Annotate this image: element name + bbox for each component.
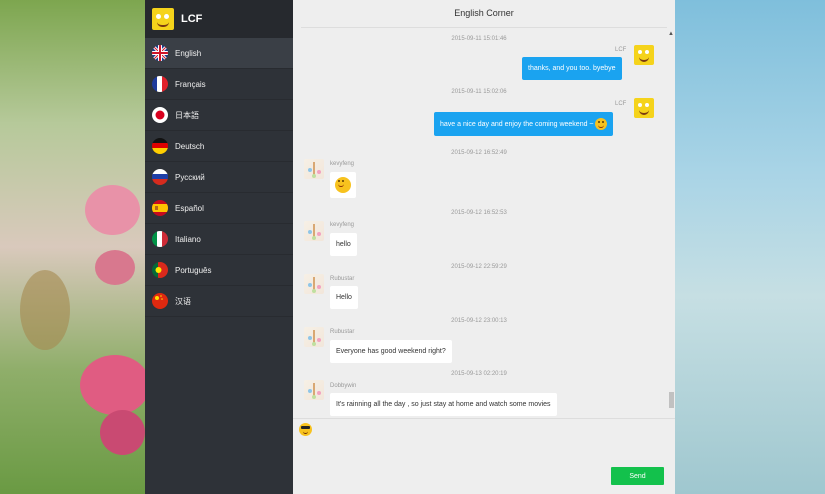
- message-username: LCF: [615, 100, 627, 107]
- message-bubble: [330, 171, 356, 198]
- language-label: Italiano: [175, 234, 201, 244]
- message-input-area[interactable]: Send: [293, 418, 675, 494]
- spain-flag-icon: [152, 200, 168, 216]
- language-label: English: [175, 48, 202, 58]
- message-bubble: It's rainning all the day , so just stay…: [330, 392, 557, 416]
- message-username: Rubustar: [330, 275, 355, 282]
- emoji-picker-button[interactable]: [299, 423, 312, 437]
- language-list: English Français 日本語 Deutsch Русский Esp…: [145, 38, 293, 317]
- sidebar: LCF English Français 日本語 Deutsch Русский…: [145, 0, 293, 494]
- chat-app-window: LCF English Français 日本語 Deutsch Русский…: [145, 0, 675, 494]
- message-timestamp: 2015-09-12 23:00:13: [451, 317, 507, 324]
- message-username: LCF: [615, 46, 627, 53]
- user-avatar-icon[interactable]: [304, 273, 324, 294]
- message-username: kevyfeng: [330, 160, 355, 167]
- message-username: kevyfeng: [330, 221, 355, 228]
- message-bubble: have a nice day and enjoy the coming wee…: [434, 111, 614, 136]
- china-flag-icon: [152, 293, 168, 309]
- uk-flag-icon: [152, 45, 168, 61]
- message-bubble: thanks, and you too. byebye: [522, 56, 622, 80]
- language-label: Deutsch: [175, 141, 205, 151]
- message-timestamp: 2015-09-13 02:20:19: [451, 370, 507, 377]
- language-item-russian[interactable]: Русский: [145, 162, 293, 193]
- chat-title: English Corner: [301, 0, 667, 28]
- message-timestamp: 2015-09-12 16:52:53: [451, 209, 507, 216]
- profile-avatar-icon: [152, 8, 174, 30]
- language-label: Français: [175, 79, 206, 89]
- message-timestamp: 2015-09-11 15:01:46: [451, 35, 507, 42]
- language-item-chinese[interactable]: 汉语: [145, 286, 293, 317]
- russia-flag-icon: [152, 169, 168, 185]
- user-avatar-icon[interactable]: [634, 97, 654, 118]
- italy-flag-icon: [152, 231, 168, 247]
- user-avatar-icon[interactable]: [304, 220, 324, 241]
- message-text: have a nice day and enjoy the coming wee…: [440, 120, 594, 128]
- france-flag-icon: [152, 76, 168, 92]
- profile-name: LCF: [181, 13, 203, 25]
- user-avatar-icon[interactable]: [634, 44, 654, 65]
- language-label: 日本語: [175, 110, 199, 120]
- language-item-portuguese[interactable]: Português: [145, 255, 293, 286]
- message-scrollbar[interactable]: ▲: [668, 28, 675, 418]
- message-bubble: Hello: [330, 285, 358, 309]
- user-avatar-icon[interactable]: [304, 326, 324, 347]
- language-item-english[interactable]: English: [145, 38, 293, 69]
- language-item-japanese[interactable]: 日本語: [145, 100, 293, 131]
- scroll-up-arrow-icon[interactable]: ▲: [668, 31, 674, 37]
- language-label: Português: [175, 265, 212, 275]
- sunglasses-emoji-icon: [299, 423, 312, 437]
- scrollbar-thumb[interactable]: [669, 391, 674, 408]
- message-list[interactable]: 2015-09-11 15:01:46 LCF thanks, and you …: [293, 28, 675, 418]
- user-avatar-icon[interactable]: [304, 158, 324, 179]
- language-label: Español: [175, 203, 204, 213]
- message-username: Dobbywin: [330, 382, 357, 389]
- user-avatar-icon[interactable]: [304, 379, 324, 400]
- portugal-flag-icon: [152, 262, 168, 278]
- language-label: Русский: [175, 172, 205, 182]
- background-flowers: [0, 0, 145, 494]
- background-sky: [675, 0, 825, 494]
- language-label: 汉语: [175, 296, 191, 306]
- chat-panel: English Corner 2015-09-11 15:01:46 LCF t…: [293, 0, 675, 494]
- message-bubble: Everyone has good weekend right?: [330, 339, 452, 363]
- user-profile[interactable]: LCF: [145, 0, 293, 38]
- message-timestamp: 2015-09-12 16:52:49: [451, 149, 507, 156]
- language-item-italian[interactable]: Italiano: [145, 224, 293, 255]
- message-timestamp: 2015-09-11 15:02:06: [451, 88, 507, 95]
- language-item-spanish[interactable]: Español: [145, 193, 293, 224]
- language-item-german[interactable]: Deutsch: [145, 131, 293, 162]
- germany-flag-icon: [152, 138, 168, 154]
- send-button[interactable]: Send: [611, 467, 664, 486]
- grin-emoji-icon: [335, 176, 351, 193]
- language-item-french[interactable]: Français: [145, 69, 293, 100]
- wink-emoji-icon: [595, 117, 608, 130]
- message-bubble: hello: [330, 232, 357, 256]
- message-username: Rubustar: [330, 328, 355, 335]
- message-timestamp: 2015-09-12 22:59:29: [451, 263, 507, 270]
- japan-flag-icon: [152, 107, 168, 123]
